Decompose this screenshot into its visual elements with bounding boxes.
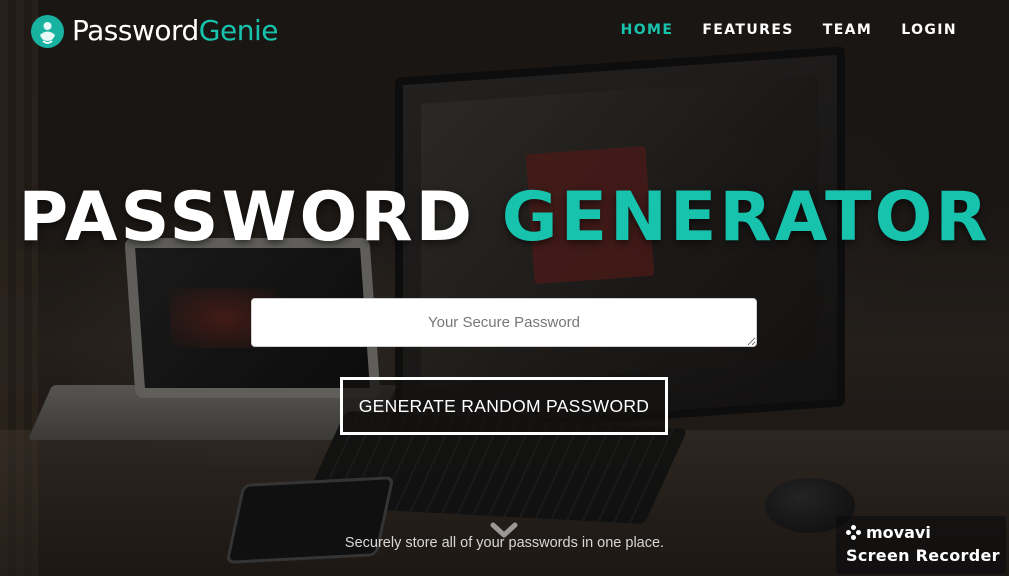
- generate-password-button[interactable]: GENERATE RANDOM PASSWORD: [340, 377, 668, 435]
- nav-item-team[interactable]: TEAM: [823, 22, 872, 38]
- brand-logo[interactable]: PasswordGenie: [31, 13, 278, 49]
- brand-name-part1: Password: [72, 14, 199, 47]
- page-title-part2: GENERATOR: [501, 178, 991, 257]
- watermark-product: Screen Recorder: [846, 546, 1000, 565]
- nav-item-home[interactable]: HOME: [621, 22, 674, 38]
- watermark-brand: movavi: [866, 523, 931, 542]
- genie-icon: [31, 14, 64, 48]
- page-title-part1: PASSWORD: [18, 178, 476, 257]
- movavi-logo-icon: [846, 524, 862, 541]
- hero-overlay: [0, 0, 1009, 576]
- nav-links: HOME FEATURES TEAM LOGIN: [621, 22, 957, 38]
- brand-name: PasswordGenie: [72, 13, 278, 49]
- recorder-watermark: movavi Screen Recorder: [836, 516, 1006, 574]
- password-output-field[interactable]: [251, 298, 757, 347]
- hero-section: [0, 0, 1009, 576]
- brand-name-part2: Genie: [198, 14, 279, 47]
- navbar: PasswordGenie HOME FEATURES TEAM LOGIN: [0, 0, 1009, 64]
- nav-item-login[interactable]: LOGIN: [901, 22, 957, 38]
- nav-item-features[interactable]: FEATURES: [702, 22, 793, 38]
- page-title: PASSWORD GENERATOR: [0, 176, 1009, 260]
